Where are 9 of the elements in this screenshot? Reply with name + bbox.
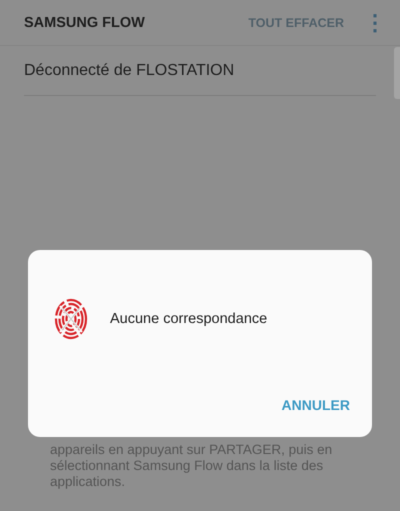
cancel-button[interactable]: ANNULER bbox=[282, 397, 350, 413]
fingerprint-icon bbox=[54, 297, 88, 341]
instruction-text: appareils en appuyant sur PARTAGER, puis en sélectionnant Samsung Flow dans la liste des applications. bbox=[50, 442, 334, 490]
more-menu-button[interactable]: ⋮ bbox=[358, 12, 400, 34]
clear-all-button[interactable]: TOUT EFFACER bbox=[248, 16, 344, 30]
scrollbar bbox=[394, 47, 400, 99]
message-item[interactable]: Déconnecté de FLOSTATION bbox=[24, 46, 376, 96]
dialog-message: Aucune correspondance bbox=[110, 311, 268, 327]
app-title: SAMSUNG FLOW bbox=[24, 14, 146, 30]
